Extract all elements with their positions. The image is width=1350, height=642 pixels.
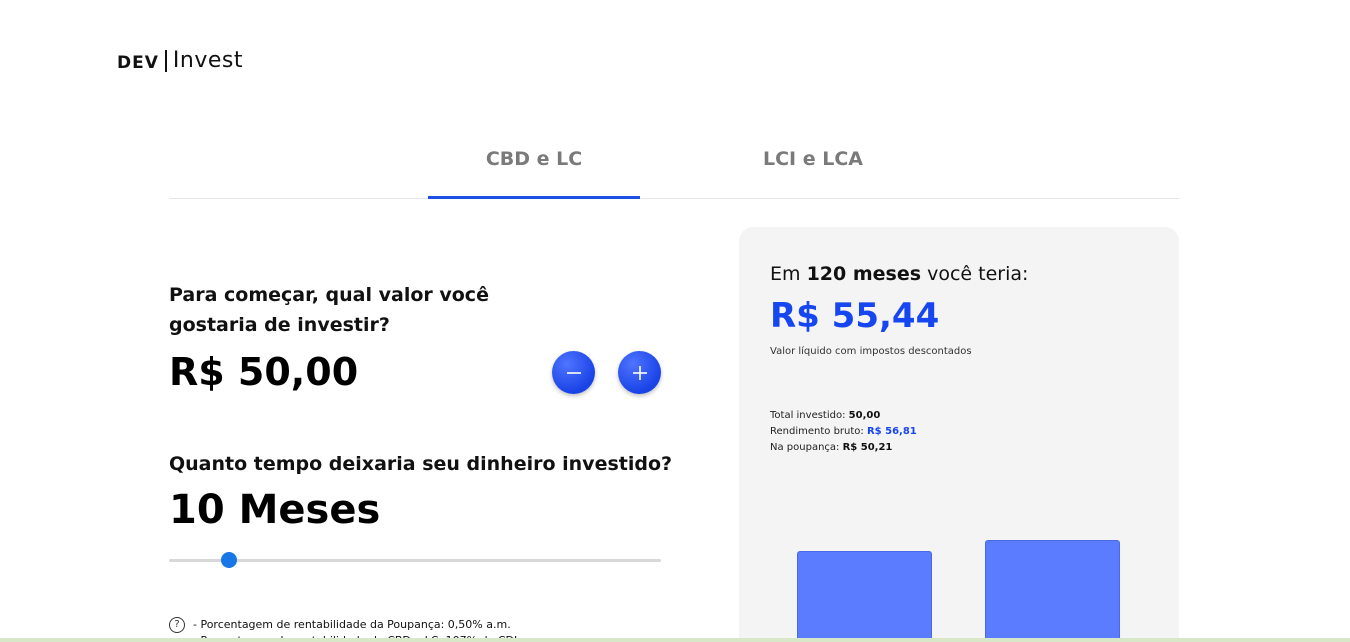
tab-cbd-lc[interactable]: CBD e LC bbox=[428, 120, 640, 199]
amount-question: Para começar, qual valor você gostaria d… bbox=[169, 284, 489, 336]
investment-form: Para começar, qual valor você gostaria d… bbox=[169, 280, 672, 568]
logo[interactable]: DEV Invest bbox=[117, 50, 243, 72]
slider-track bbox=[169, 559, 661, 562]
months-slider[interactable] bbox=[169, 552, 661, 568]
logo-separator bbox=[164, 50, 167, 72]
tab-lci-lca[interactable]: LCI e LCA bbox=[707, 120, 919, 198]
result-panel: Em 120 meses você teria: R$ 55,44 Valor … bbox=[739, 227, 1179, 642]
logo-invest-text: Invest bbox=[172, 48, 243, 73]
tab-bar: CBD e LC LCI e LCA bbox=[169, 120, 1179, 199]
comparison-chart bbox=[739, 227, 1179, 642]
info-line: - Porcentagem de rentabilidade da Poupan… bbox=[193, 618, 511, 631]
increase-amount-button[interactable] bbox=[618, 351, 661, 394]
time-value: 10 Meses bbox=[169, 487, 381, 533]
time-question: Quanto tempo deixaria seu dinheiro inves… bbox=[169, 453, 673, 475]
amount-row: R$ 50,00 bbox=[169, 348, 661, 396]
plus-icon bbox=[632, 365, 647, 380]
logo-dev-text: DEV bbox=[117, 53, 159, 73]
decrease-amount-button[interactable] bbox=[552, 351, 595, 394]
chart-bar bbox=[985, 540, 1120, 642]
amount-value: R$ 50,00 bbox=[169, 350, 359, 394]
chart-bar bbox=[797, 551, 932, 642]
bottom-strip bbox=[0, 638, 1350, 642]
question-icon[interactable]: ? bbox=[169, 617, 185, 633]
minus-icon bbox=[566, 371, 581, 374]
slider-thumb[interactable] bbox=[221, 552, 238, 568]
